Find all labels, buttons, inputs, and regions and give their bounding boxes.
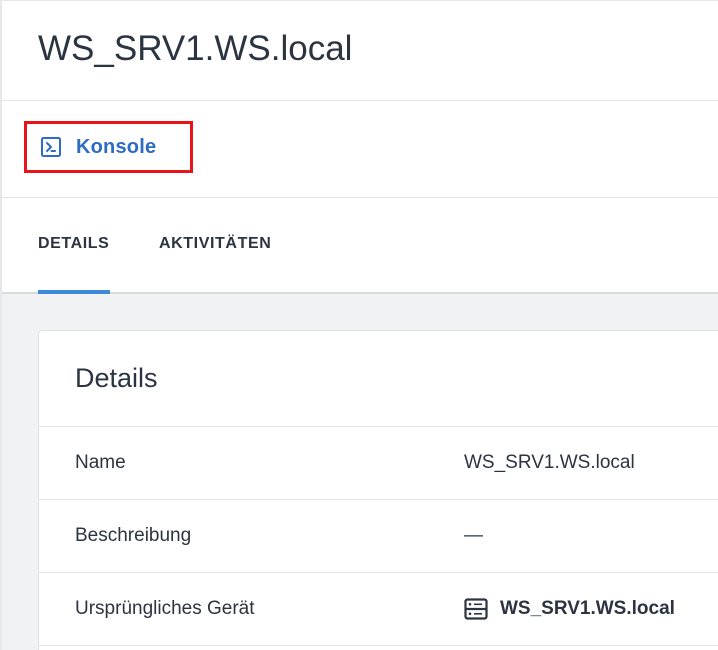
tab-bar: DETAILS AKTIVITÄTEN [2, 198, 718, 294]
detail-row-description: Beschreibung — [39, 500, 718, 573]
detail-value: — [464, 525, 483, 546]
detail-value: WS_SRV1.WS.local [464, 452, 635, 473]
detail-label: Beschreibung [75, 525, 192, 546]
page-title: WS_SRV1.WS.local [38, 28, 353, 68]
console-button[interactable]: Konsole [24, 121, 193, 173]
detail-row-original-device: Ursprüngliches Gerät WS_SRV1.WS.local [39, 573, 718, 646]
console-button-label: Konsole [76, 135, 157, 158]
content-area: Details Name WS_SRV1.WS.local Beschreibu… [2, 294, 718, 650]
detail-label: Name [75, 452, 126, 473]
actions-bar: Konsole [2, 101, 718, 198]
tab-activities[interactable]: AKTIVITÄTEN [159, 198, 271, 292]
detail-label: Ursprüngliches Gerät [75, 598, 255, 619]
card-title: Details [39, 331, 718, 427]
title-bar: WS_SRV1.WS.local [2, 1, 718, 101]
original-device-label: WS_SRV1.WS.local [500, 598, 675, 619]
tab-details[interactable]: DETAILS [38, 198, 109, 292]
server-icon [464, 598, 488, 620]
details-card: Details Name WS_SRV1.WS.local Beschreibu… [38, 330, 718, 650]
terminal-icon [41, 137, 61, 157]
main-panel: WS_SRV1.WS.local Konsole DETAILS AKTIVIT… [0, 0, 718, 650]
detail-row-name: Name WS_SRV1.WS.local [39, 427, 718, 500]
original-device-link[interactable]: WS_SRV1.WS.local [464, 598, 675, 620]
